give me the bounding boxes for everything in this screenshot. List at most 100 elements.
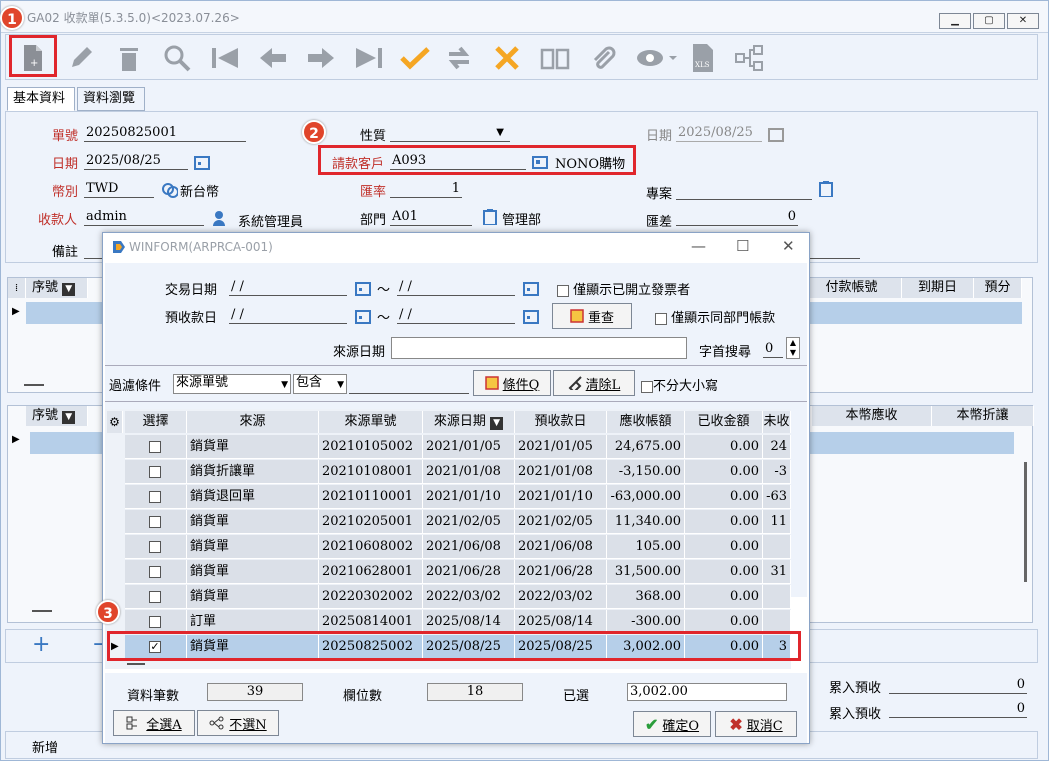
grid-pre-header[interactable]: 預分 — [974, 278, 1022, 298]
table-row[interactable]: 銷貨單 20220302002 2022/03/02 2022/03/02 368.00… — [105, 585, 791, 610]
calendar-icon[interactable] — [355, 308, 371, 324]
close-button[interactable]: ✕ — [1007, 13, 1039, 29]
collapse-icon[interactable] — [127, 663, 145, 665]
select-cell[interactable] — [125, 535, 187, 559]
dialog-minimize-button[interactable]: — — [691, 237, 706, 255]
clear-button[interactable]: 清除L — [553, 370, 635, 396]
only-invoiced-option[interactable]: 僅顯示已開立發票者 — [557, 279, 690, 298]
select-cell[interactable] — [125, 560, 187, 584]
prefix-search-stepper[interactable]: ▲ ▼ — [786, 337, 800, 359]
filter-value-field[interactable] — [349, 374, 469, 394]
trade-date-from[interactable]: / / — [229, 279, 347, 296]
tab-basic-info[interactable]: 基本資料 — [7, 87, 75, 111]
note-field-end[interactable] — [808, 242, 860, 259]
detail-local-ar-header[interactable]: 本幣應收 — [812, 406, 932, 426]
calendar-icon[interactable] — [523, 280, 539, 296]
export-excel-button[interactable]: XLS — [686, 41, 720, 75]
edit-button[interactable] — [64, 41, 98, 75]
confirm-button[interactable] — [398, 41, 432, 75]
prefix-search-field[interactable]: 0 — [763, 341, 783, 358]
clipboard-icon[interactable] — [482, 209, 498, 225]
next-record-button[interactable] — [304, 41, 338, 75]
maximize-button[interactable]: ▢ — [973, 13, 1005, 29]
rate-field[interactable]: 1 — [390, 181, 462, 198]
row-checkbox[interactable] — [149, 516, 161, 528]
col-unpaid[interactable]: 未收 — [763, 411, 791, 433]
nature-select[interactable]: ▼ — [390, 125, 510, 142]
deselect-button[interactable]: 不選N — [197, 710, 279, 736]
table-row[interactable]: 銷貨退回單 20210110001 2021/01/10 2021/01/10 -63,… — [105, 485, 791, 510]
payee-field[interactable]: admin — [84, 209, 204, 226]
project-clipboard-icon[interactable] — [818, 181, 834, 197]
table-row[interactable]: 銷貨單 20210608002 2021/06/08 2021/06/08 105.00… — [105, 535, 791, 560]
prepay-date-from[interactable]: / / — [229, 307, 347, 324]
grid-due-header[interactable]: 到期日 — [902, 278, 974, 298]
calendar-icon[interactable] — [355, 280, 371, 296]
grid-account-header[interactable]: 付款帳號 — [802, 278, 902, 298]
filter-op-select[interactable]: 包含 ▼ — [293, 374, 347, 394]
table-row[interactable]: 銷貨單 20210628001 2021/06/28 2021/06/28 31,500… — [105, 560, 791, 585]
select-cell[interactable] — [125, 585, 187, 609]
user-icon[interactable] — [212, 210, 228, 226]
attachment-button[interactable] — [586, 41, 620, 75]
row-checkbox[interactable] — [149, 466, 161, 478]
only-invoiced-checkbox[interactable] — [557, 284, 569, 297]
select-cell[interactable] — [125, 510, 187, 534]
requery-button[interactable]: 重查 — [552, 303, 632, 329]
select-cell[interactable] — [125, 435, 187, 459]
select-cell[interactable] — [125, 460, 187, 484]
calendar-icon[interactable] — [523, 308, 539, 324]
minimize-button[interactable]: ▁ — [939, 13, 971, 29]
date-field[interactable]: 2025/08/25 — [84, 153, 188, 170]
source-date-field[interactable] — [391, 337, 687, 359]
col-source-date[interactable]: 來源日期 ▼ — [423, 411, 515, 433]
detail-local-discount-header[interactable]: 本幣折讓 — [932, 406, 1034, 426]
table-row[interactable]: 銷貨單 20210105002 2021/01/05 2021/01/05 24,675… — [105, 435, 791, 460]
grid-settings-icon[interactable]: ⚙ — [107, 411, 123, 433]
table-row[interactable]: 銷貨單 20210205001 2021/02/05 2021/02/05 11,340… — [105, 510, 791, 535]
refresh-button[interactable] — [442, 41, 476, 75]
book-button[interactable] — [538, 41, 572, 75]
grid-seq-header[interactable]: 序號 ▼ — [26, 278, 88, 298]
delete-button[interactable] — [112, 41, 146, 75]
ok-button[interactable]: ✔ 確定O — [633, 711, 711, 737]
filter-field-select[interactable]: 來源單號 ▼ — [173, 374, 291, 394]
only-same-dept-option[interactable]: 僅顯示同部門帳款 — [655, 307, 775, 326]
currency-field[interactable]: TWD — [84, 181, 154, 198]
last-record-button[interactable] — [352, 41, 386, 75]
row-checkbox[interactable] — [149, 541, 161, 553]
only-same-dept-checkbox[interactable] — [655, 312, 667, 325]
collapse-icon[interactable] — [32, 610, 52, 612]
col-select[interactable]: 選擇 — [125, 411, 187, 433]
doc-no-field[interactable]: 20250825001 — [84, 125, 246, 142]
first-record-button[interactable] — [208, 41, 242, 75]
project-field[interactable] — [676, 183, 812, 200]
currency-lookup-icon[interactable] — [162, 182, 178, 198]
dept-field[interactable]: A01 — [390, 209, 472, 226]
dialog-maximize-button[interactable]: ☐ — [736, 237, 749, 255]
row-checkbox[interactable] — [149, 616, 161, 628]
row-checkbox[interactable] — [149, 591, 161, 603]
col-received[interactable]: 已收金額 — [685, 411, 763, 433]
select-cell[interactable] — [125, 485, 187, 509]
view-button[interactable] — [634, 41, 678, 75]
case-insensitive-checkbox[interactable] — [641, 380, 653, 393]
col-source-no[interactable]: 來源單號 — [319, 411, 423, 433]
collapse-icon[interactable] — [24, 384, 44, 386]
cancel-button[interactable]: ✖ 取消C — [715, 711, 797, 737]
trade-date-to[interactable]: / / — [397, 279, 515, 296]
scrollbar[interactable] — [1024, 462, 1027, 582]
table-row[interactable]: 銷貨折讓單 20210108001 2021/01/08 2021/01/08 -3,1… — [105, 460, 791, 485]
calendar-icon[interactable] — [194, 154, 210, 170]
col-ar-amount[interactable]: 應收帳額 — [607, 411, 685, 433]
grid-menu-icon[interactable]: ⁞ — [8, 278, 26, 298]
diff-field[interactable]: 0 — [676, 209, 798, 226]
row-checkbox[interactable] — [149, 566, 161, 578]
row-checkbox[interactable] — [149, 441, 161, 453]
detail-seq-header[interactable]: 序號 ▼ — [26, 406, 88, 426]
add-icon[interactable]: + — [32, 632, 50, 657]
case-insensitive-option[interactable]: 不分大小寫 — [641, 375, 718, 394]
tab-data-browse[interactable]: 資料瀏覽 — [77, 87, 145, 111]
cancel-edit-button[interactable] — [490, 41, 524, 75]
condition-button[interactable]: 條件Q — [473, 370, 551, 396]
